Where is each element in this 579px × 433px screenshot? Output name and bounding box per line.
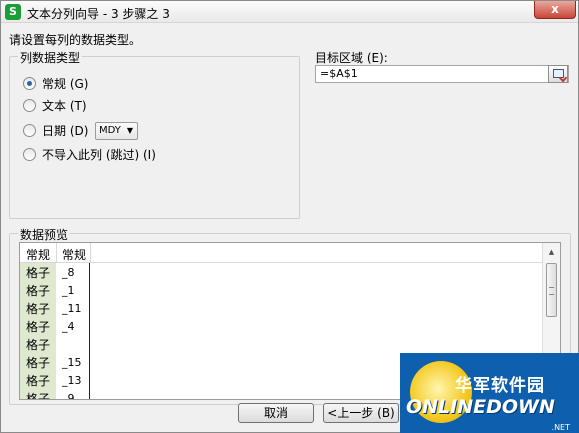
preview-cell: _9 <box>62 392 75 400</box>
date-format-value: MDY <box>99 125 121 136</box>
destination-label: 目标区域 (E): <box>315 51 388 65</box>
window-title: 文本分列向导 - 3 步骤之 3 <box>27 7 170 21</box>
preview-header-col1[interactable]: 常规 <box>26 246 50 263</box>
watermark-suffix: .NET <box>551 423 570 432</box>
range-picker-button[interactable] <box>548 65 568 83</box>
site-watermark-logo: 华军软件园 ONLINEDOWN .NET <box>400 353 579 433</box>
scroll-up-icon[interactable]: ▲ <box>545 246 558 259</box>
preview-cell: 格子 <box>26 392 51 400</box>
preview-cell: _8 <box>62 266 75 279</box>
destination-value: =$A$1 <box>320 67 358 80</box>
radio-text[interactable]: 文本 (T) <box>23 97 87 113</box>
radio-skip[interactable]: 不导入此列 (跳过) (I) <box>23 146 156 162</box>
scrollbar-thumb[interactable] <box>546 263 557 317</box>
radio-button-icon[interactable] <box>23 76 36 90</box>
data-preview-group-label: 数据预览 <box>18 226 71 243</box>
title-bar: S 文本分列向导 - 3 步骤之 3 x <box>1 1 578 23</box>
back-button[interactable]: <上一步 (B) <box>323 403 399 423</box>
preview-cell: _13 <box>62 374 82 387</box>
preview-cell: 格子 <box>26 320 51 334</box>
preview-cell: _4 <box>62 320 75 333</box>
radio-button-icon[interactable] <box>23 147 36 161</box>
radio-general-label: 常规 (G) <box>42 76 89 91</box>
radio-button-icon[interactable] <box>23 98 36 112</box>
radio-general[interactable]: 常规 (G) <box>23 75 88 91</box>
close-button[interactable]: x <box>534 1 576 19</box>
radio-date[interactable]: 日期 (D) <box>23 122 88 138</box>
cancel-button[interactable]: 取消 <box>238 403 314 423</box>
preview-cell: 格子 <box>26 302 51 316</box>
chevron-down-icon: ▼ <box>126 126 133 135</box>
close-icon: x <box>551 2 559 16</box>
radio-text-label: 文本 (T) <box>42 98 87 113</box>
preview-cell: 格子 <box>26 356 51 370</box>
instruction-text: 请设置每列的数据类型。 <box>9 33 142 47</box>
radio-button-icon[interactable] <box>23 123 36 137</box>
radio-skip-label: 不导入此列 (跳过) (I) <box>42 147 156 162</box>
preview-cell: 格子 <box>26 338 51 352</box>
header-divider <box>90 243 91 263</box>
preview-header-row: 常规 常规 <box>20 243 543 263</box>
preview-cell: _15 <box>62 356 82 369</box>
preview-cell: 格子 <box>26 284 51 298</box>
preview-cell: _11 <box>62 302 82 315</box>
preview-header-col2[interactable]: 常规 <box>62 246 86 263</box>
arrow-icon <box>558 73 568 83</box>
watermark-en-text: ONLINEDOWN <box>406 396 555 418</box>
column-type-group-label: 列数据类型 <box>18 49 83 66</box>
watermark-cn-text: 华军软件园 <box>455 376 545 396</box>
preview-cell: _1 <box>62 284 75 297</box>
header-divider <box>56 243 57 263</box>
preview-cell: 格子 <box>26 266 51 280</box>
radio-date-label: 日期 (D) <box>42 123 89 138</box>
dialog-window: S 文本分列向导 - 3 步骤之 3 x 请设置每列的数据类型。 列数据类型 常… <box>0 0 579 433</box>
date-format-select[interactable]: MDY ▼ <box>95 122 138 140</box>
preview-cell: 格子 <box>26 374 51 388</box>
destination-input[interactable]: =$A$1 <box>315 65 569 83</box>
wps-spreadsheet-icon: S <box>5 4 21 20</box>
